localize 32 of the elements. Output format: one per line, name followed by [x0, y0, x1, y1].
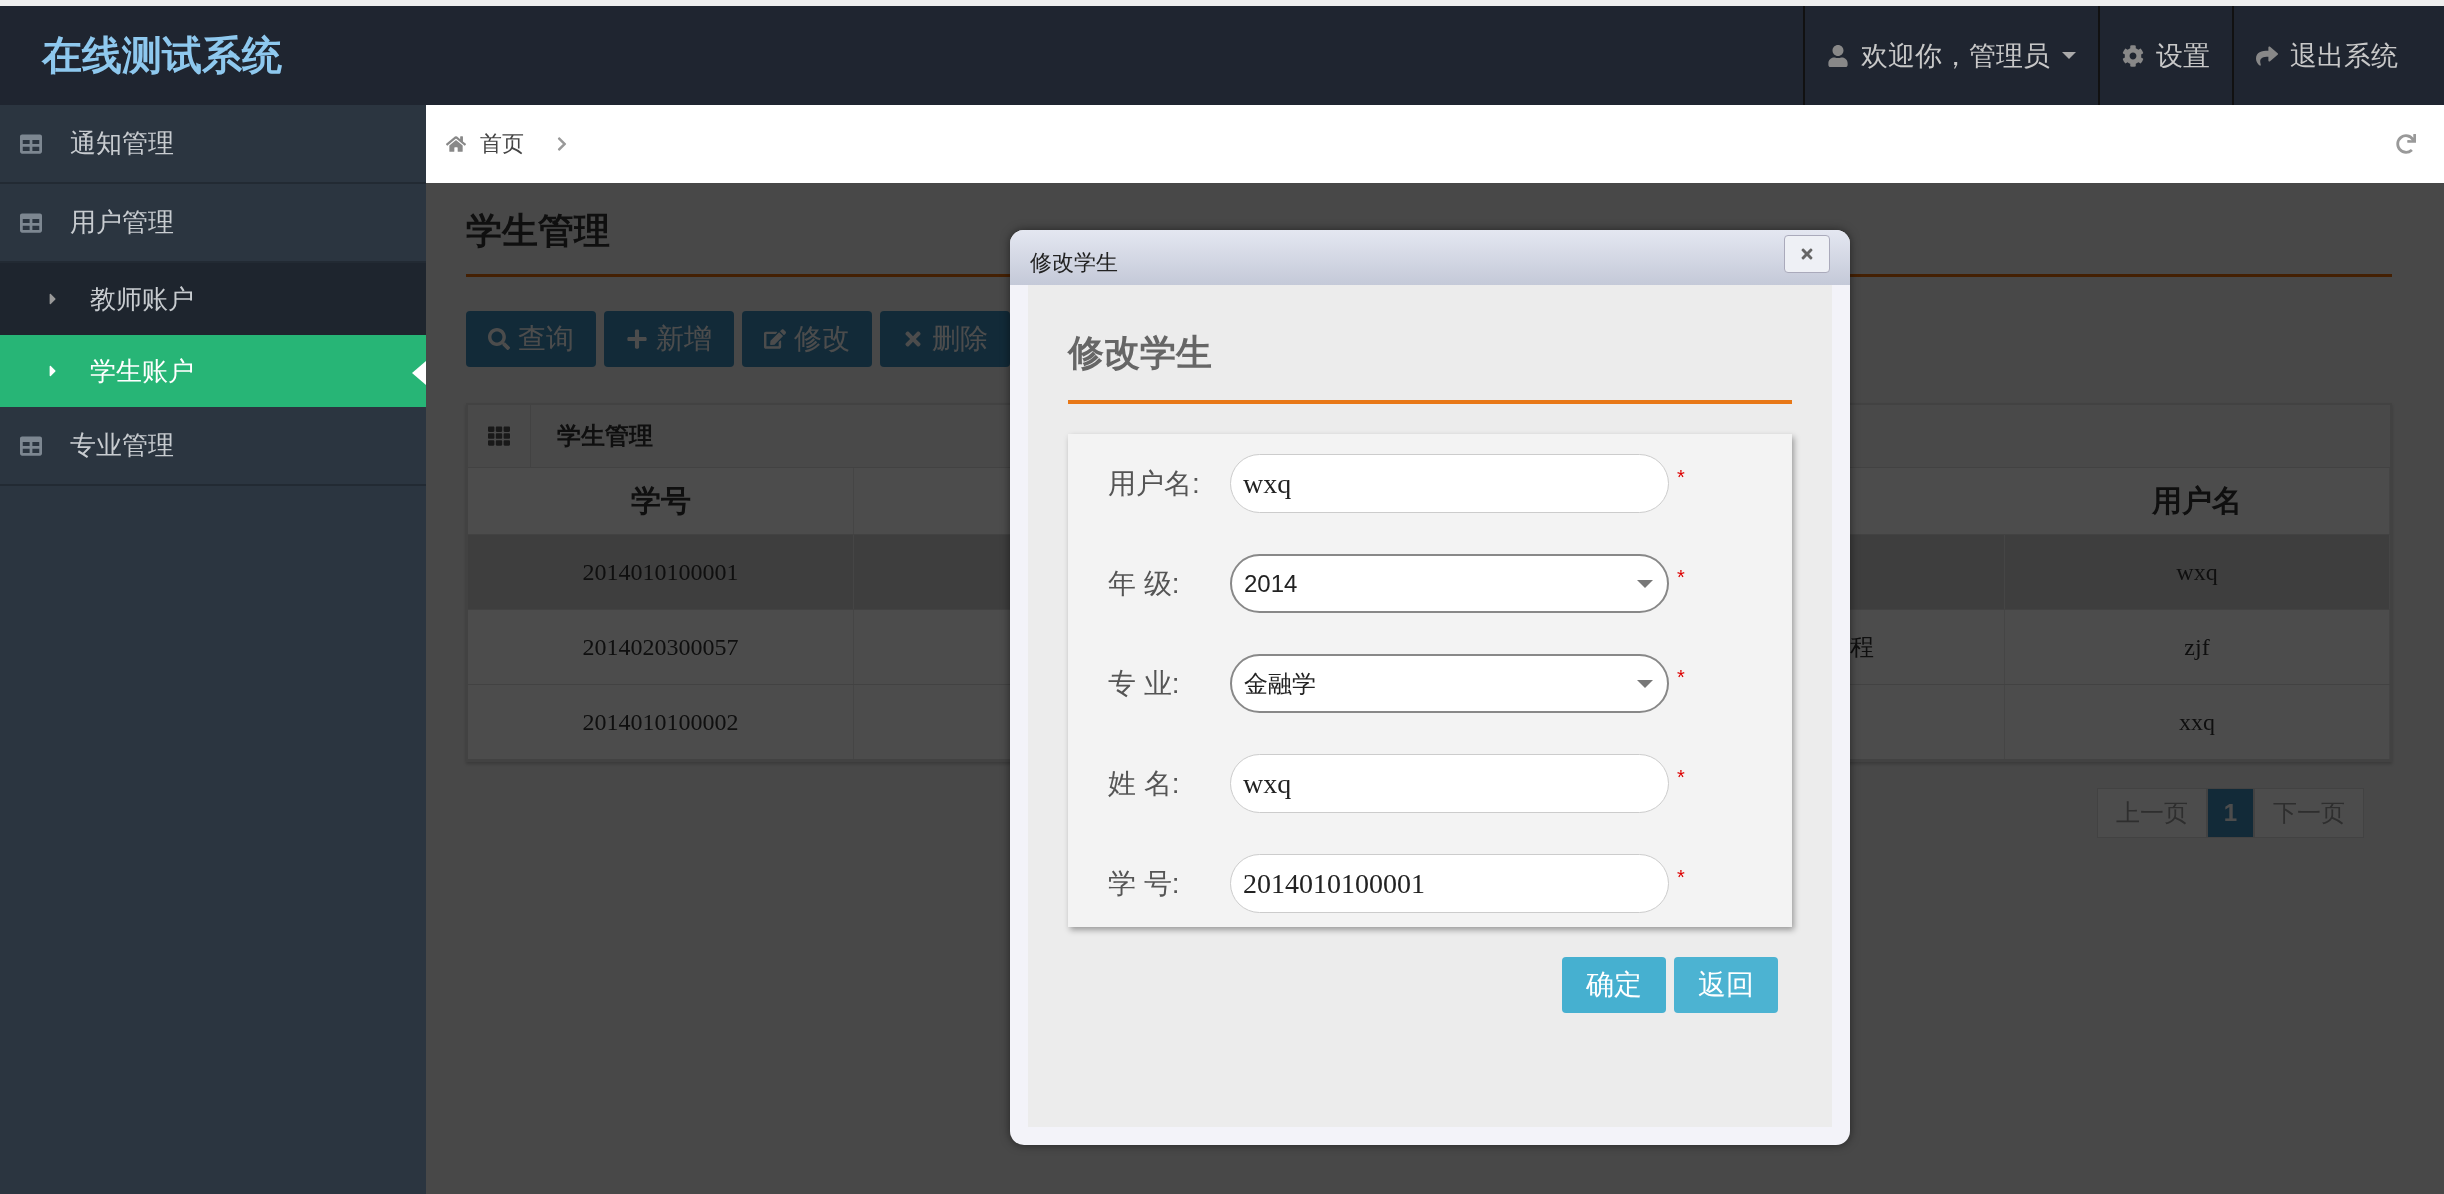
table-icon: [20, 132, 42, 155]
close-button[interactable]: [1784, 234, 1830, 273]
breadcrumb-link[interactable]: 首页: [480, 129, 524, 159]
field-label: 学 号:: [1108, 866, 1181, 901]
dialog-title: 修改学生: [1030, 248, 1118, 277]
caret-icon: [1637, 679, 1653, 688]
required-mark: *: [1677, 766, 1685, 789]
app-title: 在线测试系统: [40, 32, 283, 79]
share-arrow-icon: [2256, 44, 2278, 67]
field-label: 用户名:: [1108, 466, 1201, 501]
caret-icon: [1637, 579, 1653, 588]
settings-icon: [2122, 44, 2144, 67]
table-icon: [20, 434, 42, 457]
required-mark: *: [1677, 566, 1685, 589]
home-icon: [446, 134, 466, 154]
sidebar-item[interactable]: 教师账户: [0, 263, 426, 335]
table-icon: [20, 211, 42, 234]
field-label: 姓 名:: [1108, 766, 1181, 801]
field-label: 年 级:: [1108, 566, 1181, 601]
select-field[interactable]: 2014: [1230, 554, 1669, 613]
input-field[interactable]: 2014010100001: [1230, 854, 1669, 913]
required-mark: *: [1677, 466, 1685, 489]
select-field[interactable]: 金融学: [1230, 654, 1669, 713]
user-icon: [1827, 44, 1849, 67]
required-mark: *: [1677, 866, 1685, 889]
dialog-heading: 修改学生: [1068, 329, 1792, 404]
panel-title: 学生管理: [557, 421, 653, 451]
field-label: 专 业:: [1108, 666, 1181, 701]
caret-icon: [2062, 52, 2076, 59]
refresh-icon[interactable]: [2396, 134, 2416, 154]
input-field[interactable]: wxq: [1230, 454, 1669, 513]
input-field[interactable]: wxq: [1230, 754, 1669, 813]
